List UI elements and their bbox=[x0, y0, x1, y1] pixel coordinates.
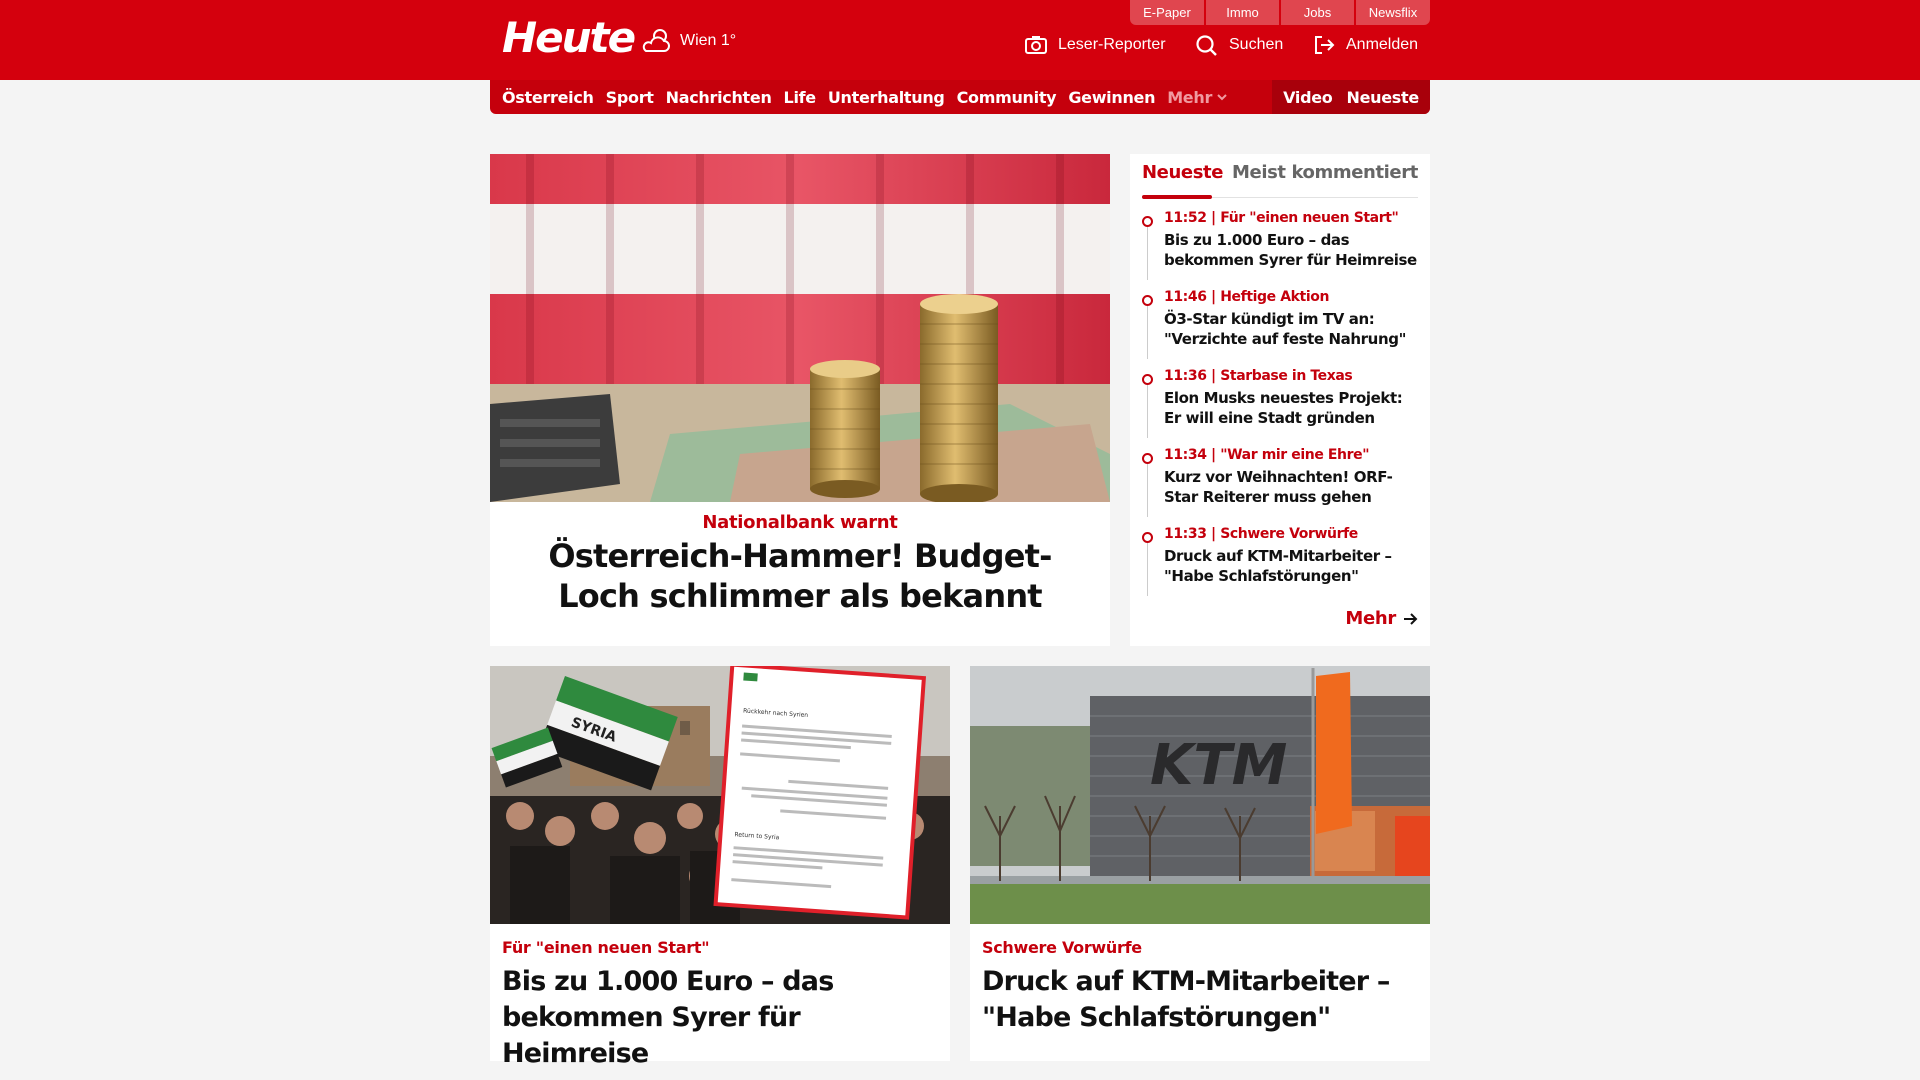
heute-logo[interactable]: Heute bbox=[502, 14, 636, 62]
weather-text: Wien 1° bbox=[680, 32, 737, 49]
top-header bbox=[0, 0, 1920, 80]
active-tab-indicator bbox=[1142, 195, 1212, 199]
timeline-dot-icon bbox=[1142, 295, 1153, 306]
ticker-item[interactable]: 11:52 | Für "einen neuen Start" Bis zu 1… bbox=[1142, 210, 1418, 290]
timeline-dot-icon bbox=[1142, 374, 1153, 385]
article-card-syria[interactable]: SYRIA Rückkehr nach Syrien Return to Syr… bbox=[490, 666, 950, 1069]
leser-reporter-button[interactable]: Leser-Reporter bbox=[1024, 34, 1166, 56]
epaper-link[interactable]: E-Paper bbox=[1130, 0, 1206, 25]
login-button[interactable]: Anmelden bbox=[1312, 34, 1418, 56]
search-label: Suchen bbox=[1229, 36, 1284, 53]
ticker-title[interactable]: Kurz vor Weihnachten! ORF-Star Reiterer … bbox=[1164, 467, 1420, 507]
search-button[interactable]: Suchen bbox=[1195, 34, 1283, 56]
timeline-dot-icon bbox=[1142, 532, 1153, 543]
main-navigation: Österreich Sport Nachrichten Life Unterh… bbox=[490, 80, 1430, 114]
tab-neueste[interactable]: Neueste bbox=[1142, 162, 1223, 183]
chevron-down-icon bbox=[1217, 94, 1227, 101]
card-headline[interactable]: Druck auf KTM-Mitarbeiter – "Habe Schlaf… bbox=[982, 964, 1422, 1036]
ticker-item[interactable]: 11:34 | "War mir eine Ehre" Kurz vor Wei… bbox=[1142, 447, 1418, 527]
newsflix-link[interactable]: Newsflix bbox=[1356, 0, 1430, 25]
ticker-meta: 11:36 | Starbase in Texas bbox=[1164, 368, 1353, 384]
ticker-more-label: Mehr bbox=[1345, 608, 1396, 629]
hero-article[interactable]: Nationalbank warnt Österreich-Hammer! Bu… bbox=[490, 154, 1110, 646]
ticker-more-link[interactable]: Mehr bbox=[1345, 608, 1418, 629]
hero-headline[interactable]: Österreich-Hammer! Budget-Loch schlimmer… bbox=[510, 536, 1090, 616]
article-card-ktm[interactable]: KTM Schwere Vorwürfe Druck auf KTM-Mitar… bbox=[970, 666, 1430, 1061]
card-kicker: Für "einen neuen Start" bbox=[502, 938, 710, 957]
ticker-title[interactable]: Bis zu 1.000 Euro – das bekommen Syrer f… bbox=[1164, 230, 1420, 270]
ticker-meta: 11:46 | Heftige Aktion bbox=[1164, 289, 1330, 305]
immo-link[interactable]: Immo bbox=[1206, 0, 1281, 25]
syria-article-image: SYRIA Rückkehr nach Syrien Return to Syr… bbox=[490, 666, 950, 924]
ticker-title[interactable]: Elon Musks neuestes Projekt: Er will ein… bbox=[1164, 388, 1420, 428]
cloud-sun-icon bbox=[642, 29, 670, 52]
nav-more-dropdown[interactable]: Mehr bbox=[1167, 88, 1228, 107]
nav-item-sport[interactable]: Sport bbox=[606, 88, 654, 107]
ticker-item[interactable]: 11:33 | Schwere Vorwürfe Druck auf KTM-M… bbox=[1142, 526, 1418, 606]
nav-item-oesterreich[interactable]: Österreich bbox=[502, 88, 594, 107]
nav-item-community[interactable]: Community bbox=[957, 88, 1057, 107]
tab-meist-kommentiert[interactable]: Meist kommentiert bbox=[1232, 162, 1418, 183]
card-headline[interactable]: Bis zu 1.000 Euro – das bekommen Syrer f… bbox=[502, 964, 942, 1072]
ktm-article-image: KTM bbox=[970, 666, 1430, 924]
arrow-right-icon bbox=[1404, 612, 1418, 625]
ticker-item[interactable]: 11:46 | Heftige Aktion Ö3-Star kündigt i… bbox=[1142, 289, 1418, 369]
login-label: Anmelden bbox=[1346, 36, 1419, 53]
nav-item-life[interactable]: Life bbox=[784, 88, 817, 107]
search-icon bbox=[1196, 35, 1217, 56]
timeline-dot-icon bbox=[1142, 216, 1153, 227]
weather-widget[interactable]: Wien 1° bbox=[640, 27, 736, 55]
nav-item-gewinnen[interactable]: Gewinnen bbox=[1068, 88, 1155, 107]
hero-kicker: Nationalbank warnt bbox=[702, 512, 898, 533]
ticker-meta: 11:52 | Für "einen neuen Start" bbox=[1164, 210, 1399, 226]
leser-reporter-label: Leser-Reporter bbox=[1058, 36, 1166, 53]
ticker-title[interactable]: Ö3-Star kündigt im TV an: "Verzichte auf… bbox=[1164, 309, 1420, 349]
card-kicker: Schwere Vorwürfe bbox=[982, 938, 1142, 957]
ticker-meta: 11:34 | "War mir eine Ehre" bbox=[1164, 447, 1370, 463]
ticker-title[interactable]: Druck auf KTM-Mitarbeiter – "Habe Schlaf… bbox=[1164, 546, 1420, 586]
ticker-item[interactable]: 11:36 | Starbase in Texas Elon Musks neu… bbox=[1142, 368, 1418, 448]
service-links: E-Paper Immo Jobs Newsflix bbox=[1130, 0, 1430, 25]
nav-item-neueste[interactable]: Neueste bbox=[1346, 88, 1419, 107]
ktm-logo: KTM bbox=[1150, 733, 1287, 798]
ticker-meta: 11:33 | Schwere Vorwürfe bbox=[1164, 526, 1358, 542]
camera-icon bbox=[1025, 36, 1047, 54]
nav-more-label: Mehr bbox=[1167, 87, 1213, 107]
timeline-dot-icon bbox=[1142, 453, 1153, 464]
hero-image bbox=[490, 154, 1110, 502]
nav-item-nachrichten[interactable]: Nachrichten bbox=[666, 88, 772, 107]
nav-right-group: Video Neueste bbox=[1272, 80, 1430, 114]
news-ticker-panel: Neueste Meist kommentiert 11:52 | Für "e… bbox=[1130, 154, 1430, 646]
jobs-link[interactable]: Jobs bbox=[1281, 0, 1356, 25]
nav-item-unterhaltung[interactable]: Unterhaltung bbox=[828, 88, 945, 107]
nav-item-video[interactable]: Video bbox=[1283, 88, 1333, 107]
ticker-tabs: Neueste Meist kommentiert bbox=[1142, 154, 1418, 199]
login-icon bbox=[1315, 36, 1335, 54]
